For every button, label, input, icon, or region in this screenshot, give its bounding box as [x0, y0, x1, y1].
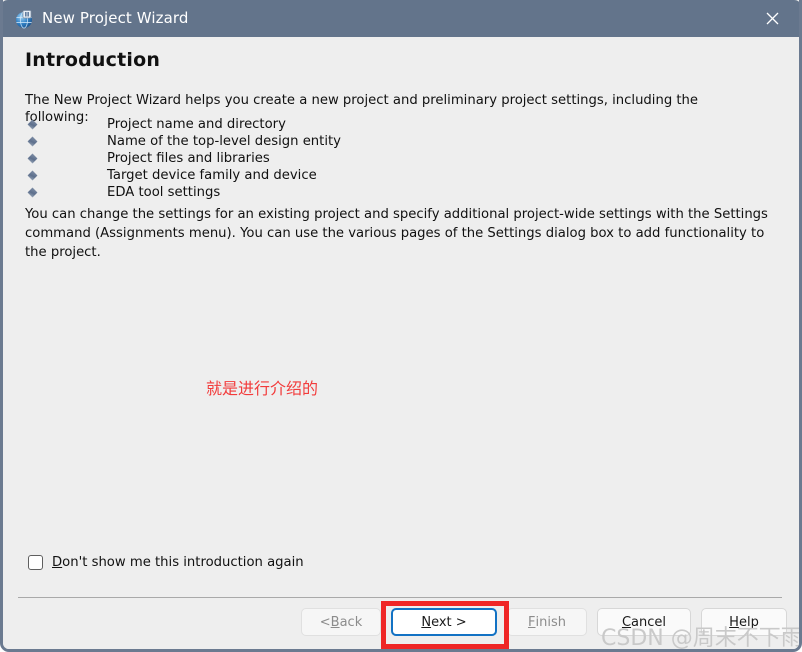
quartus-globe-icon: II	[15, 9, 35, 29]
button-suffix: ack	[339, 614, 363, 630]
window-title: New Project Wizard	[42, 9, 189, 27]
dont-show-again-checkbox-row[interactable]: Don't show me this introduction again	[28, 552, 304, 572]
red-annotation-note: 就是进行介绍的	[206, 379, 319, 398]
list-item-label: Target device family and device	[107, 168, 317, 183]
list-item-label: Name of the top-level design entity	[107, 134, 341, 149]
diamond-bullet-icon	[27, 119, 38, 130]
button-suffix: inish	[535, 614, 566, 630]
diamond-bullet-icon	[27, 153, 38, 164]
diamond-bullet-icon	[27, 187, 38, 198]
new-project-wizard-window: II New Project Wizard Introduction The N…	[0, 0, 802, 652]
button-suffix: ancel	[631, 614, 667, 630]
accelerator-letter: F	[528, 614, 536, 630]
button-suffix: elp	[738, 614, 759, 630]
settings-paragraph: You can change the settings for an exist…	[25, 207, 768, 260]
help-button[interactable]: Help	[701, 608, 787, 636]
finish-button[interactable]: Finish	[507, 608, 587, 636]
list-item-label: EDA tool settings	[107, 185, 221, 200]
label-rest: on't show me this introduction again	[62, 554, 304, 570]
close-icon[interactable]	[754, 4, 794, 33]
list-item: Name of the top-level design entity	[25, 133, 525, 150]
list-item-label: Project files and libraries	[107, 151, 270, 166]
wizard-button-bar: < Back Next > Finish Cancel Help	[3, 597, 799, 649]
list-item: Project files and libraries	[25, 150, 525, 167]
list-item: Project name and directory	[25, 116, 525, 133]
list-item-label: Project name and directory	[107, 117, 286, 132]
accelerator-letter: B	[330, 614, 340, 630]
accelerator-letter: N	[421, 614, 432, 630]
accelerator-letter: D	[52, 554, 63, 570]
wizard-content-panel: Introduction The New Project Wizard help…	[3, 37, 799, 597]
page-title: Introduction	[25, 49, 161, 71]
accelerator-letter: H	[729, 614, 739, 630]
diamond-bullet-icon	[27, 136, 38, 147]
dont-show-again-label: Don't show me this introduction again	[52, 555, 304, 570]
back-button[interactable]: < Back	[301, 608, 381, 636]
list-item: EDA tool settings	[25, 184, 525, 201]
accelerator-letter: C	[621, 614, 632, 630]
footer-separator	[18, 597, 782, 598]
cancel-button[interactable]: Cancel	[597, 608, 691, 636]
dont-show-again-checkbox[interactable]	[28, 554, 43, 570]
button-prefix: <	[319, 614, 331, 630]
svg-text:II: II	[25, 12, 29, 19]
window-titlebar: II New Project Wizard	[3, 0, 799, 37]
diamond-bullet-icon	[27, 170, 38, 181]
feature-bullet-list: Project name and directory Name of the t…	[25, 116, 525, 201]
button-suffix: ext >	[431, 614, 467, 630]
next-button[interactable]: Next >	[391, 608, 497, 636]
list-item: Target device family and device	[25, 167, 525, 184]
